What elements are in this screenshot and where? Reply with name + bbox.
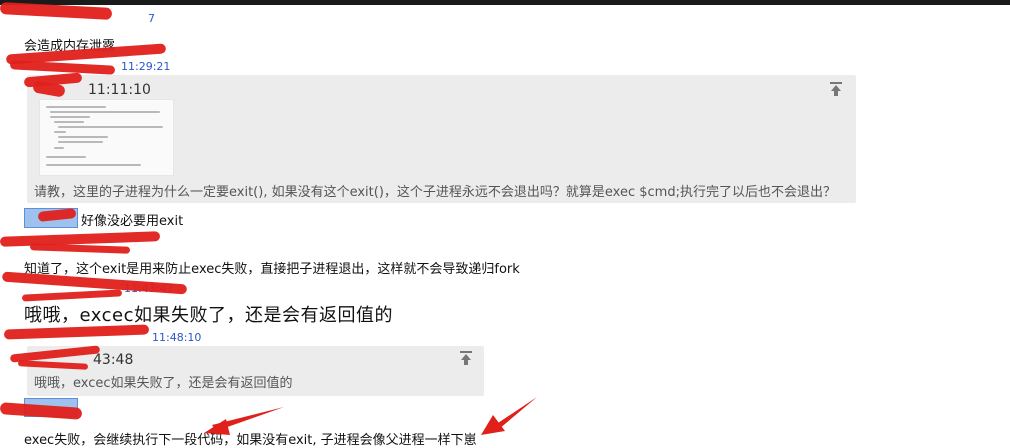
quoted-message-time: 11:11:10 <box>88 82 151 98</box>
message-timestamp: 11:29:21 <box>121 60 171 73</box>
redaction-mark <box>9 60 116 75</box>
message-timestamp: 7 <box>148 12 155 25</box>
annotation-arrow <box>481 397 537 435</box>
message-text: 哦哦，excec如果失败了，还是会有返回值的 <box>24 305 393 326</box>
quoted-message-time: 43:48 <box>93 352 134 368</box>
pin-top-icon[interactable] <box>458 350 474 366</box>
quoted-message-text: 哦哦，excec如果失败了，还是会有返回值的 <box>34 376 293 391</box>
pin-top-icon[interactable] <box>828 81 844 97</box>
quoted-message-text: 请教，这里的子进程为什么一定要exit(), 如果没有这个exit()，这个子进… <box>34 185 836 200</box>
redaction-mark <box>0 2 113 20</box>
redaction-mark <box>29 243 131 254</box>
message-text: 好像没必要用exit <box>81 214 184 229</box>
message-timestamp: 11:48:10 <box>152 331 202 344</box>
quoted-message: 11:11:10 请教，这里的子进程为什么一定要exit(), 如果没有这个ex… <box>27 75 856 203</box>
code-screenshot-image <box>39 99 174 176</box>
csdn-watermark: CSDN @风语者666 <box>846 423 983 441</box>
redaction-mark <box>21 289 123 302</box>
chat-log: 7 会造成内存泄露 11:29:21 11:11:10 请教，这里的子进程为什么… <box>0 2 1010 448</box>
annotation-arrow <box>204 407 284 435</box>
message-text: 知道了，这个exit是用来防止exec失败，直接把子进程退出，这样就不会导致递归… <box>24 262 520 277</box>
